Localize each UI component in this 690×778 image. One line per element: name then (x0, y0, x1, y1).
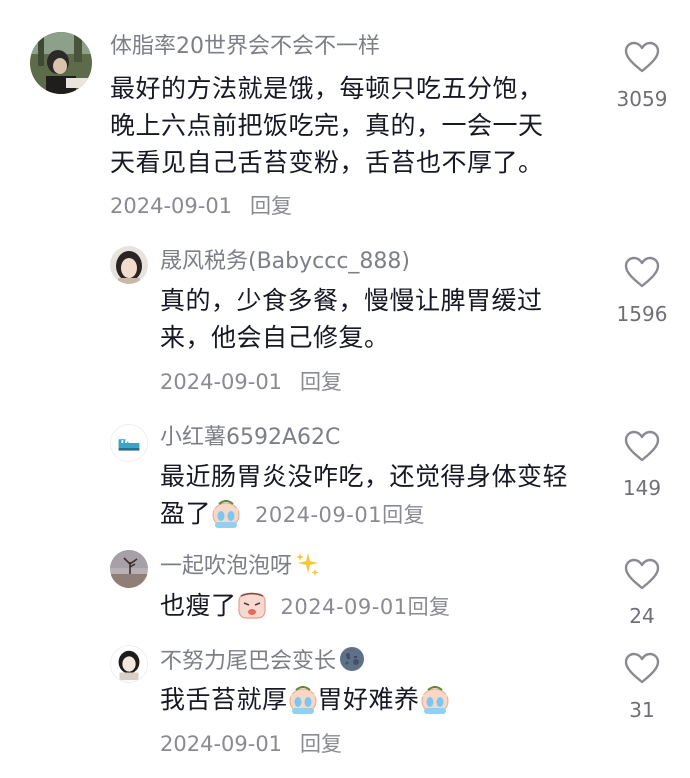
like-count: 149 (622, 476, 662, 500)
comment-username[interactable]: 体脂率20世界会不会不一样 (110, 33, 380, 61)
comment-text: 真的，少食多餐，慢慢让脾胃缓过 来，他会自己修复。 (160, 282, 543, 356)
like-button[interactable]: 1596 (612, 256, 672, 326)
comment-text-line: 天看见自己舌苔变粉，舌苔也不厚了。 (110, 148, 544, 177)
like-count: 1596 (616, 302, 668, 326)
comment-text-line: 来，他会自己修复。 (160, 323, 390, 352)
comment-date: 2024-09-01 (110, 194, 233, 218)
avatar[interactable] (30, 32, 92, 94)
comment-username[interactable]: 一起吹泡泡呀 (160, 551, 320, 585)
moon-face-icon (339, 646, 365, 680)
avatar[interactable] (110, 645, 148, 683)
comment-text-line: 最近肠胃炎没咋吃，还觉得身体变轻 (160, 462, 569, 491)
comment-meta: 2024-09-01 回复 (160, 366, 342, 396)
reply-button[interactable]: 回复 (300, 370, 342, 394)
comment-username[interactable]: 不努力尾巴会变长 (160, 646, 365, 680)
like-button[interactable]: 31 (612, 652, 672, 722)
comment-meta: 2024-09-01 回复 (110, 190, 292, 220)
like-count: 31 (629, 698, 655, 722)
comment-text-line: 晚上六点前把饭吃完，真的，一会一天 (110, 111, 544, 140)
crying-face-emoji (420, 686, 450, 714)
comment-date: 2024-09-01 (255, 503, 383, 527)
crying-face-emoji (288, 686, 318, 714)
avatar[interactable] (110, 246, 148, 284)
crying-face-emoji (211, 500, 241, 528)
comment-text: 最近肠胃炎没咋吃，还觉得身体变轻 盈了 2024-09-01回复 (160, 458, 568, 534)
heart-icon[interactable] (624, 558, 660, 590)
reply-button[interactable]: 回复 (250, 194, 292, 218)
comment-text: 我舌苔就厚 胃好难养 (160, 681, 450, 718)
avatar[interactable] (110, 550, 148, 588)
comment-text-line: 真的，少食多餐，慢慢让脾胃缓过 (160, 286, 543, 315)
like-button[interactable]: 149 (612, 430, 672, 500)
comment-text-line: 最好的方法就是饿，每顿只吃五分饱， (110, 74, 544, 103)
avatar[interactable] (110, 424, 148, 462)
sparkles-icon (294, 551, 320, 585)
reply-button[interactable]: 回复 (382, 503, 425, 527)
reply-button[interactable]: 回复 (408, 595, 451, 619)
heart-icon[interactable] (624, 256, 660, 288)
reply-button[interactable]: 回复 (300, 732, 342, 756)
comment-text-fragment: 盈了 (160, 499, 212, 528)
sad-face-emoji (237, 592, 267, 620)
comment-text-fragment: 我舌苔就厚 (160, 685, 288, 714)
comment-text-line: 盈了 2024-09-01回复 (160, 495, 568, 534)
like-count: 24 (629, 604, 655, 628)
like-count: 3059 (616, 87, 668, 111)
heart-icon[interactable] (624, 652, 660, 684)
heart-icon[interactable] (624, 41, 660, 73)
comment-text-fragment: 也瘦了 (160, 591, 237, 620)
comment-username-text[interactable]: 一起吹泡泡呀 (160, 554, 292, 579)
comment-username-text[interactable]: 不努力尾巴会变长 (160, 649, 336, 674)
comment-meta: 2024-09-01 回复 (160, 728, 342, 758)
comment-text: 最好的方法就是饿，每顿只吃五分饱， 晚上六点前把饭吃完，真的，一会一天 天看见自… (110, 70, 544, 181)
comment-text: 也瘦了 2024-09-01回复 (160, 587, 451, 626)
comment-username[interactable]: 小红薯6592A62C (160, 424, 340, 452)
comment-date: 2024-09-01 (160, 732, 283, 756)
comment-text-fragment: 胃好难养 (317, 685, 420, 714)
comment-date: 2024-09-01 (160, 370, 283, 394)
like-button[interactable]: 3059 (612, 41, 672, 111)
comment-username[interactable]: 晟风税务(Babyccc_888) (160, 248, 410, 276)
heart-icon[interactable] (624, 430, 660, 462)
comment-date: 2024-09-01 (280, 595, 408, 619)
like-button[interactable]: 24 (612, 558, 672, 628)
